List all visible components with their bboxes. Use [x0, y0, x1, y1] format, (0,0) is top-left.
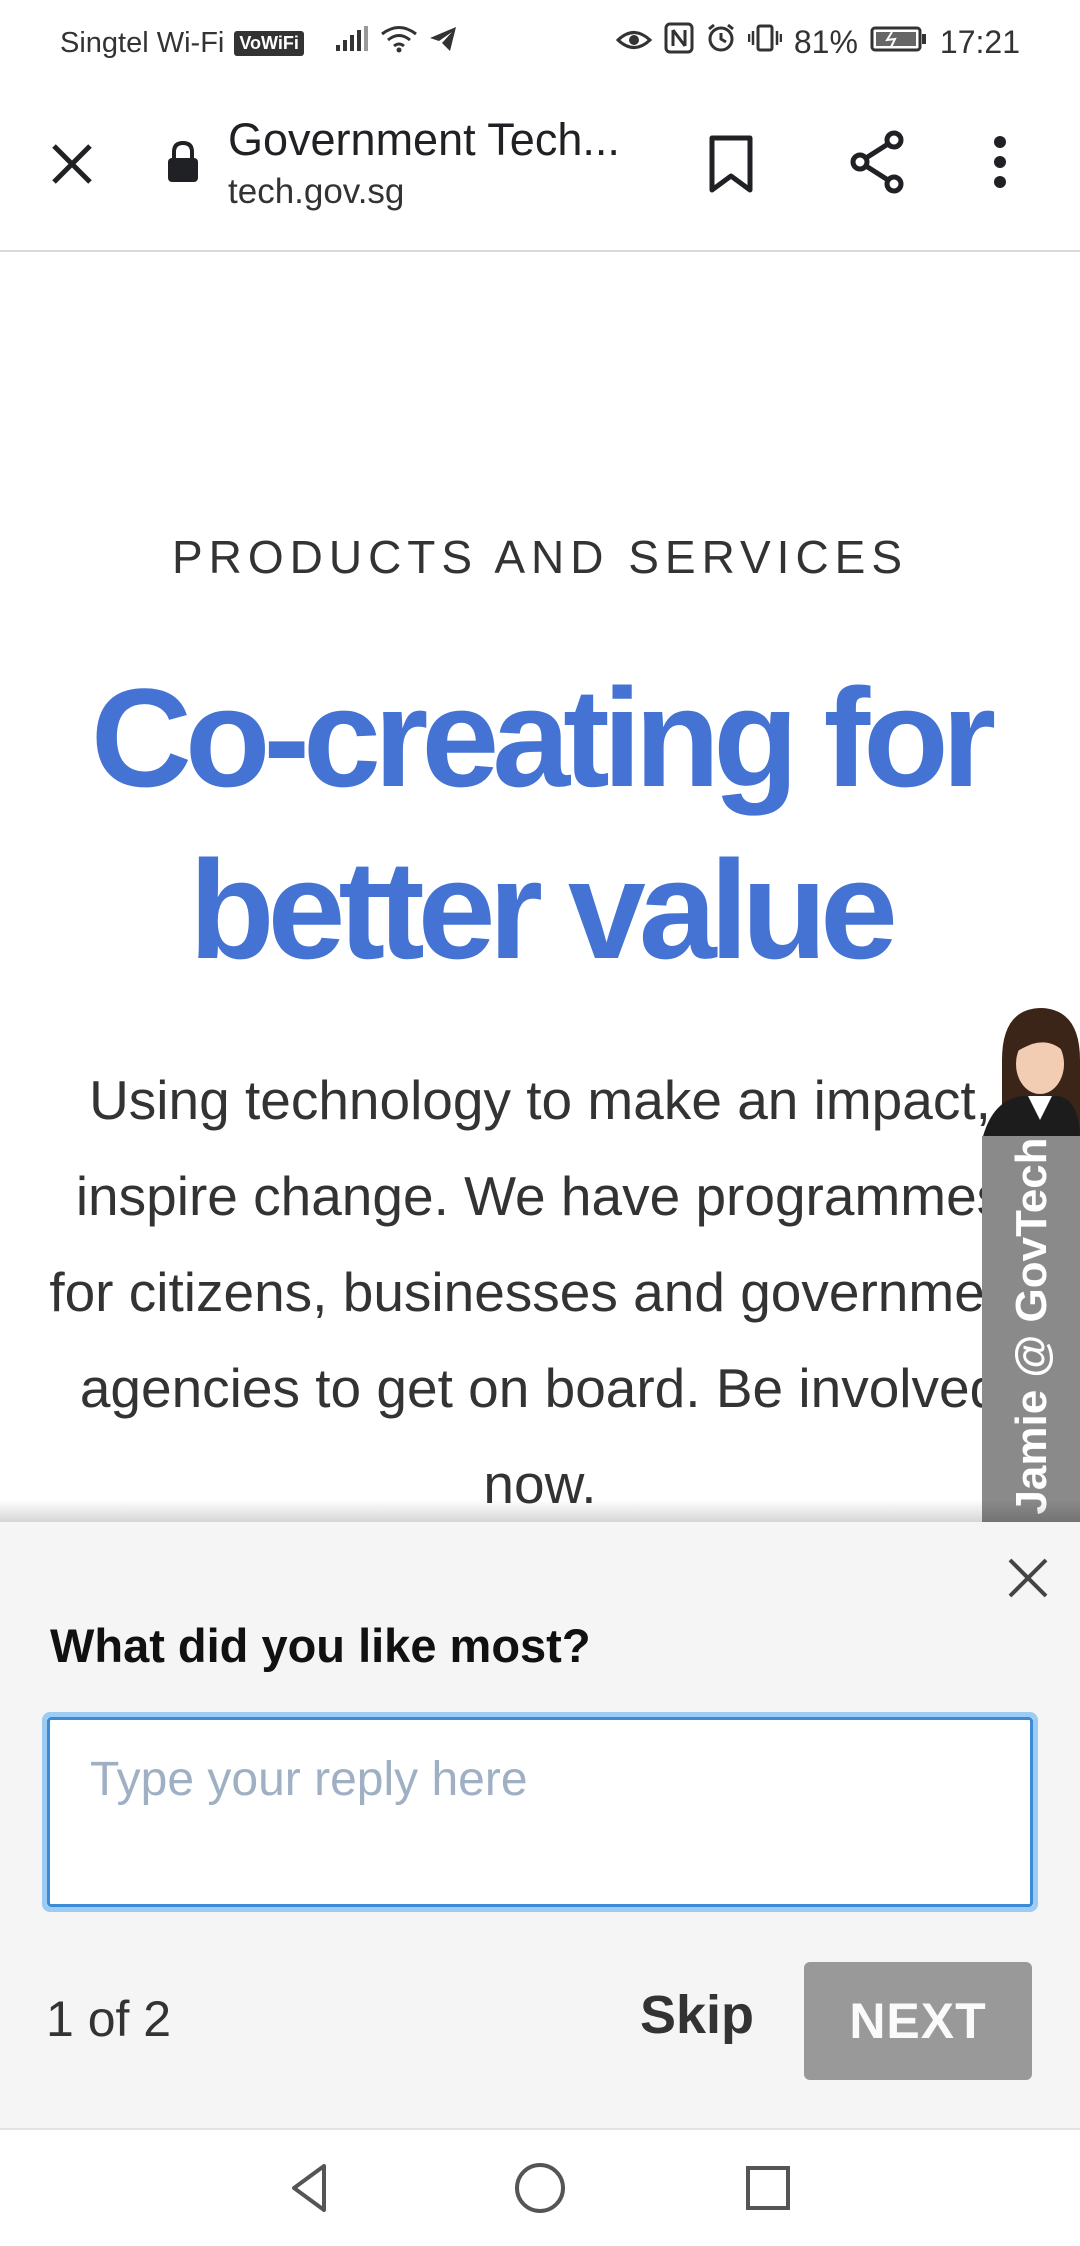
page-content: PRODUCTS AND SERVICES Co-creating for be… [0, 252, 1080, 1522]
hero-headline-line-1: Co-creating for [90, 659, 996, 816]
bookmark-icon [709, 135, 753, 193]
survey-step-indicator: 1 of 2 [46, 1991, 172, 2047]
home-circle-icon [515, 2163, 565, 2213]
more-vert-icon [994, 136, 1006, 188]
battery-icon [870, 24, 928, 61]
share-button[interactable] [848, 130, 918, 200]
lock-icon[interactable] [166, 140, 200, 189]
nav-recents-button[interactable] [738, 2158, 798, 2218]
sheet-shadow [0, 1500, 1080, 1524]
system-nav-bar [0, 2128, 1080, 2246]
close-tab-button[interactable] [40, 132, 104, 196]
chat-agent-avatar[interactable] [982, 1000, 1080, 1140]
vibrate-icon [747, 23, 783, 61]
wifi-icon [380, 24, 418, 62]
nav-home-button[interactable] [510, 2158, 570, 2218]
survey-question: What did you like most? [50, 1619, 591, 1672]
section-eyebrow: PRODUCTS AND SERVICES [171, 531, 909, 583]
reply-box [42, 1712, 1038, 1912]
nav-back-button[interactable] [280, 2158, 340, 2218]
survey-close-button[interactable] [1000, 1550, 1056, 1606]
close-icon [1008, 1558, 1048, 1598]
status-left: Singtel Wi-Fi VoWiFi [60, 24, 458, 62]
clock-time: 17:21 [939, 23, 1020, 60]
page-url: tech.gov.sg [228, 172, 405, 211]
survey-sheet: What did you like most? 1 of 2 Skip NEXT [0, 1522, 1080, 2128]
hero-headline: Co-creating for better value [60, 652, 1020, 996]
telegram-icon [428, 25, 458, 61]
carrier-label: Singtel Wi-Fi [60, 26, 225, 59]
eye-icon [615, 24, 653, 61]
close-icon [52, 144, 92, 184]
back-triangle-icon [292, 2164, 326, 2212]
chat-widget[interactable]: Jamie @ GovTech [982, 1000, 1080, 1522]
chat-agent-label: Jamie @ GovTech [1007, 1137, 1056, 1515]
skip-button[interactable]: Skip [640, 1984, 754, 2046]
hero-headline-line-2: better value [189, 831, 898, 988]
status-bar: Singtel Wi-Fi VoWiFi 81% 17:21 [0, 0, 1080, 80]
vowifi-badge: VoWiFi [234, 30, 304, 56]
status-right: 81% 17:21 [615, 22, 1020, 62]
signal-icon [334, 25, 370, 61]
custom-tab-toolbar: Government Tech... tech.gov.sg [0, 80, 1080, 252]
next-button[interactable]: NEXT [804, 1962, 1032, 2080]
alarm-icon [706, 23, 736, 61]
more-options-button[interactable] [990, 132, 1030, 202]
chat-tab[interactable]: Jamie @ GovTech [982, 1136, 1080, 1522]
recents-square-icon [746, 2166, 790, 2210]
battery-percent: 81% [793, 23, 858, 60]
share-icon [850, 130, 904, 194]
nfc-icon [664, 22, 694, 62]
reply-input[interactable] [47, 1717, 1033, 1907]
page-title: Government Tech... [228, 114, 620, 165]
hero-lede: Using technology to make an impact, insp… [49, 1069, 1031, 1515]
page-title-block[interactable]: Government Tech... tech.gov.sg [228, 114, 708, 212]
bookmark-button[interactable] [706, 134, 770, 198]
